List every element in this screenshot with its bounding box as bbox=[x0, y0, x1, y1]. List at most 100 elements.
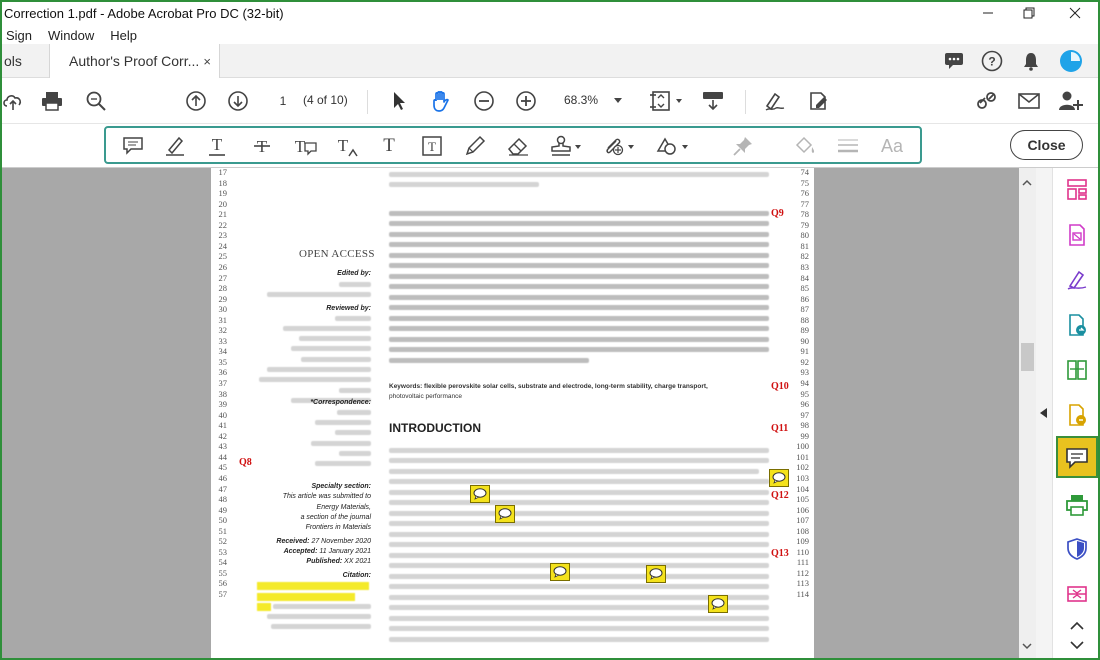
eraser-icon[interactable] bbox=[505, 133, 531, 159]
line-number: 109 bbox=[796, 536, 809, 547]
panel-collapse-strip[interactable] bbox=[1036, 168, 1052, 660]
line-number: 18 bbox=[218, 177, 228, 188]
next-page-icon[interactable] bbox=[225, 88, 251, 114]
query-marker-q13[interactable]: Q13 bbox=[771, 548, 789, 559]
print-production-icon[interactable] bbox=[1063, 491, 1091, 519]
sticky-note-annotation[interactable] bbox=[769, 469, 789, 487]
underline-text-icon[interactable]: T bbox=[204, 133, 230, 159]
sidebar-scroll-up-icon[interactable] bbox=[1063, 616, 1091, 634]
page-number-input[interactable]: 1 bbox=[268, 89, 298, 111]
text-box-icon[interactable]: T bbox=[419, 133, 445, 159]
tab-tools[interactable]: ols bbox=[0, 44, 50, 78]
line-number: 107 bbox=[796, 515, 809, 526]
pdf-page[interactable]: 17 18 19 20 21 22 23 24 25 26 27 28 29 30 31 32 33 34 35 36… bbox=[211, 168, 814, 660]
share-file-icon[interactable] bbox=[1063, 401, 1091, 429]
reviewed-by-label: Reviewed by: bbox=[326, 305, 371, 312]
sticky-note-annotation[interactable] bbox=[470, 485, 490, 503]
font-icon[interactable]: Aa bbox=[876, 133, 908, 159]
select-arrow-icon[interactable] bbox=[386, 88, 412, 114]
line-number: 76 bbox=[800, 188, 810, 199]
edit-pdf-icon[interactable] bbox=[806, 88, 832, 114]
organize-pages-icon[interactable] bbox=[1063, 176, 1091, 204]
query-marker-q8[interactable]: Q8 bbox=[239, 457, 252, 468]
query-marker-q12[interactable]: Q12 bbox=[771, 490, 789, 501]
query-marker-q9[interactable]: Q9 bbox=[771, 208, 784, 219]
send-pdf-icon[interactable] bbox=[1063, 311, 1091, 339]
stamp-icon[interactable] bbox=[548, 133, 584, 159]
zoom-in-icon[interactable] bbox=[513, 88, 539, 114]
scrollbar-thumb[interactable] bbox=[1021, 343, 1034, 371]
zoom-search-icon[interactable] bbox=[83, 88, 109, 114]
strikethrough-icon[interactable]: T bbox=[249, 133, 275, 159]
scroll-down-icon[interactable] bbox=[1022, 642, 1032, 653]
fill-sign-icon[interactable] bbox=[762, 88, 788, 114]
sticky-note-annotation[interactable] bbox=[495, 505, 515, 523]
specialty-section-label: Specialty section: bbox=[311, 483, 371, 490]
comment-icon[interactable] bbox=[1063, 444, 1091, 472]
insert-text-icon[interactable]: T bbox=[334, 133, 360, 159]
menu-sign[interactable]: Sign bbox=[6, 28, 32, 43]
font-glyph: Aa bbox=[880, 135, 904, 156]
line-number: 55 bbox=[218, 567, 228, 578]
sticky-note-icon[interactable] bbox=[120, 133, 146, 159]
attach-file-icon[interactable] bbox=[601, 133, 637, 159]
query-marker-q10[interactable]: Q10 bbox=[771, 381, 789, 392]
line-number: 102 bbox=[796, 462, 809, 473]
chat-icon[interactable] bbox=[942, 49, 966, 73]
edited-by-label: Edited by: bbox=[337, 270, 371, 277]
sticky-note-annotation[interactable] bbox=[646, 565, 666, 583]
highlight-icon[interactable] bbox=[162, 133, 188, 159]
query-marker-q11[interactable]: Q11 bbox=[771, 423, 788, 434]
hand-tool-icon[interactable] bbox=[428, 88, 454, 114]
upload-icon[interactable] bbox=[0, 88, 26, 114]
share-link-icon[interactable] bbox=[974, 88, 1000, 114]
compare-files-icon[interactable] bbox=[1063, 356, 1091, 384]
sticky-note-annotation[interactable] bbox=[550, 563, 570, 581]
sidebar-scroll-down-icon[interactable] bbox=[1063, 636, 1091, 654]
tab-document[interactable]: Author's Proof Corr... × bbox=[50, 44, 220, 78]
add-user-icon[interactable] bbox=[1058, 88, 1084, 114]
print-icon[interactable] bbox=[39, 88, 65, 114]
line-weight-icon[interactable] bbox=[835, 133, 861, 159]
replace-text-icon[interactable]: T bbox=[292, 133, 318, 159]
export-pdf-icon[interactable] bbox=[1063, 221, 1091, 249]
shapes-icon[interactable] bbox=[655, 133, 691, 159]
accepted-date: Accepted: 11 January 2021 bbox=[251, 548, 371, 555]
line-number: 74 bbox=[800, 168, 810, 177]
line-number: 84 bbox=[800, 272, 810, 283]
color-fill-icon[interactable] bbox=[792, 133, 818, 159]
sign-icon[interactable] bbox=[1063, 266, 1091, 294]
minimize-icon[interactable] bbox=[965, 0, 1011, 26]
scroll-mode-icon[interactable] bbox=[700, 88, 726, 114]
email-icon[interactable] bbox=[1016, 88, 1042, 114]
collapse-panel-icon[interactable] bbox=[1040, 408, 1047, 421]
zoom-out-icon[interactable] bbox=[471, 88, 497, 114]
line-number: 25 bbox=[218, 251, 228, 262]
menu-help[interactable]: Help bbox=[110, 28, 137, 43]
help-icon[interactable]: ? bbox=[980, 49, 1004, 73]
line-number: 31 bbox=[218, 314, 228, 325]
optimize-pdf-icon[interactable] bbox=[1063, 580, 1091, 608]
avatar[interactable] bbox=[1059, 49, 1083, 73]
bell-icon[interactable] bbox=[1019, 49, 1043, 73]
close-window-icon[interactable] bbox=[1052, 0, 1098, 26]
add-text-icon[interactable]: T bbox=[376, 133, 402, 159]
zoom-select[interactable]: 68.3% bbox=[556, 89, 628, 111]
previous-page-icon[interactable] bbox=[183, 88, 209, 114]
line-number: 42 bbox=[218, 430, 228, 441]
pencil-icon[interactable] bbox=[462, 133, 488, 159]
document-view[interactable]: 17 18 19 20 21 22 23 24 25 26 27 28 29 30 31 32 33 34 35 36… bbox=[0, 168, 1019, 660]
menu-window[interactable]: Window bbox=[48, 28, 94, 43]
tab-close-icon[interactable]: × bbox=[203, 54, 211, 69]
restore-icon[interactable] bbox=[1006, 0, 1052, 26]
sticky-note-annotation[interactable] bbox=[708, 595, 728, 613]
comment-bubble-icon bbox=[649, 568, 663, 580]
pin-icon[interactable] bbox=[730, 133, 756, 159]
vertical-scrollbar[interactable] bbox=[1019, 168, 1036, 660]
introduction-heading: INTRODUCTION bbox=[389, 421, 481, 435]
scroll-up-icon[interactable] bbox=[1022, 178, 1032, 189]
page-fit-icon[interactable] bbox=[648, 88, 688, 114]
accepted-value: 11 January 2021 bbox=[319, 548, 371, 555]
close-comment-button[interactable]: Close bbox=[1010, 130, 1083, 160]
protect-shield-icon[interactable] bbox=[1063, 535, 1091, 563]
